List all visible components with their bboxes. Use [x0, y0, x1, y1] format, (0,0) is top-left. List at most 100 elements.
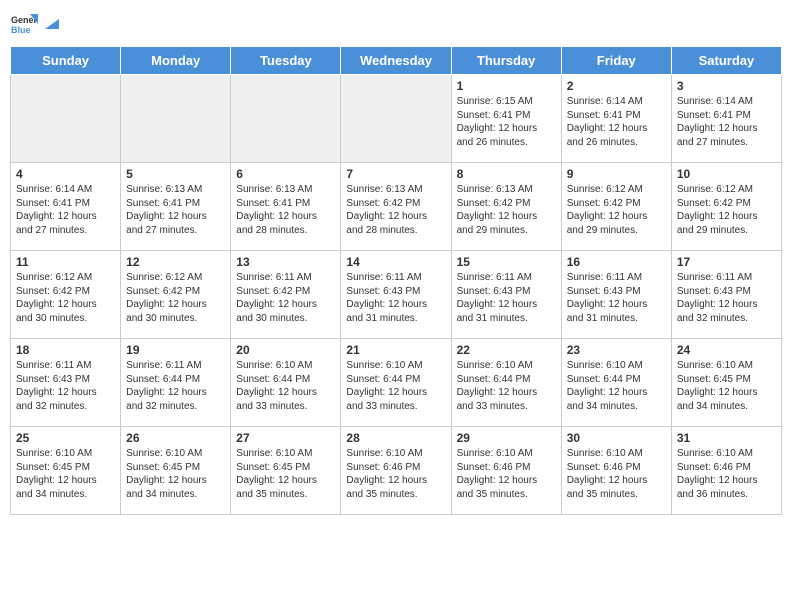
calendar-cell: 17Sunrise: 6:11 AM Sunset: 6:43 PM Dayli…: [671, 251, 781, 339]
calendar-cell: 25Sunrise: 6:10 AM Sunset: 6:45 PM Dayli…: [11, 427, 121, 515]
day-header-monday: Monday: [121, 47, 231, 75]
calendar-cell: [231, 75, 341, 163]
day-info: Sunrise: 6:14 AM Sunset: 6:41 PM Dayligh…: [567, 95, 666, 149]
day-number: 3: [677, 79, 776, 93]
day-number: 15: [457, 255, 556, 269]
day-header-saturday: Saturday: [671, 47, 781, 75]
calendar-cell: 19 Sunrise: 6:11 AM Sunset: 6:44 PM Dayli…: [121, 339, 231, 427]
calendar-cell: [341, 75, 451, 163]
day-info: Sunrise: 6:14 AM Sunset: 6:41 PM Dayligh…: [677, 95, 776, 149]
calendar-cell: 10 Sunrise: 6:12 AM Sunset: 6:42 PM Dayli…: [671, 163, 781, 251]
day-number: 19: [126, 343, 225, 357]
day-info: Sunrise: 6:10 AM Sunset: 6:45 PM Dayligh…: [677, 359, 776, 413]
logo-wing-icon: [43, 17, 59, 31]
calendar-cell: 27Sunrise: 6:10 AM Sunset: 6:45 PM Dayli…: [231, 427, 341, 515]
svg-text:Blue: Blue: [11, 25, 31, 35]
week-row-5: 25Sunrise: 6:10 AM Sunset: 6:45 PM Dayli…: [11, 427, 782, 515]
calendar-cell: 28 Sunrise: 6:10 AM Sunset: 6:46 PM Dayli…: [341, 427, 451, 515]
calendar-cell: 1 Sunrise: 6:15 AM Sunset: 6:41 PM Daylig…: [451, 75, 561, 163]
calendar-cell: 8 Sunrise: 6:13 AM Sunset: 6:42 PM Daylig…: [451, 163, 561, 251]
day-number: 7: [346, 167, 445, 181]
day-info: Sunrise: 6:12 AM Sunset: 6:42 PM Dayligh…: [16, 271, 115, 325]
day-info: Sunrise: 6:11 AM Sunset: 6:44 PM Dayligh…: [126, 359, 225, 413]
calendar-cell: 9Sunrise: 6:12 AM Sunset: 6:42 PM Daylig…: [561, 163, 671, 251]
day-number: 8: [457, 167, 556, 181]
logo: General Blue: [10, 10, 60, 38]
day-info: Sunrise: 6:11 AM Sunset: 6:43 PM Dayligh…: [16, 359, 115, 413]
day-info: Sunrise: 6:11 AM Sunset: 6:43 PM Dayligh…: [457, 271, 556, 325]
day-number: 20: [236, 343, 335, 357]
calendar-cell: 26 Sunrise: 6:10 AM Sunset: 6:45 PM Dayli…: [121, 427, 231, 515]
day-info: Sunrise: 6:12 AM Sunset: 6:42 PM Dayligh…: [126, 271, 225, 325]
day-number: 29: [457, 431, 556, 445]
day-info: Sunrise: 6:11 AM Sunset: 6:43 PM Dayligh…: [677, 271, 776, 325]
week-row-2: 4 Sunrise: 6:14 AM Sunset: 6:41 PM Daylig…: [11, 163, 782, 251]
day-info: Sunrise: 6:11 AM Sunset: 6:42 PM Dayligh…: [236, 271, 335, 325]
calendar-cell: 6Sunrise: 6:13 AM Sunset: 6:41 PM Daylig…: [231, 163, 341, 251]
day-number: 1: [457, 79, 556, 93]
day-number: 24: [677, 343, 776, 357]
calendar-cell: 21Sunrise: 6:10 AM Sunset: 6:44 PM Dayli…: [341, 339, 451, 427]
day-number: 14: [346, 255, 445, 269]
day-info: Sunrise: 6:11 AM Sunset: 6:43 PM Dayligh…: [346, 271, 445, 325]
day-info: Sunrise: 6:13 AM Sunset: 6:42 PM Dayligh…: [457, 183, 556, 237]
day-number: 12: [126, 255, 225, 269]
day-info: Sunrise: 6:13 AM Sunset: 6:42 PM Dayligh…: [346, 183, 445, 237]
week-row-3: 11Sunrise: 6:12 AM Sunset: 6:42 PM Dayli…: [11, 251, 782, 339]
day-info: Sunrise: 6:15 AM Sunset: 6:41 PM Dayligh…: [457, 95, 556, 149]
day-info: Sunrise: 6:10 AM Sunset: 6:46 PM Dayligh…: [677, 447, 776, 501]
day-info: Sunrise: 6:10 AM Sunset: 6:44 PM Dayligh…: [236, 359, 335, 413]
calendar-cell: 3 Sunrise: 6:14 AM Sunset: 6:41 PM Daylig…: [671, 75, 781, 163]
day-number: 9: [567, 167, 666, 181]
calendar-cell: 18 Sunrise: 6:11 AM Sunset: 6:43 PM Dayli…: [11, 339, 121, 427]
day-number: 30: [567, 431, 666, 445]
day-number: 22: [457, 343, 556, 357]
day-number: 4: [16, 167, 115, 181]
calendar-cell: 24 Sunrise: 6:10 AM Sunset: 6:45 PM Dayli…: [671, 339, 781, 427]
day-info: Sunrise: 6:10 AM Sunset: 6:44 PM Dayligh…: [567, 359, 666, 413]
day-info: Sunrise: 6:10 AM Sunset: 6:46 PM Dayligh…: [567, 447, 666, 501]
calendar-body: 1 Sunrise: 6:15 AM Sunset: 6:41 PM Daylig…: [11, 75, 782, 515]
day-info: Sunrise: 6:10 AM Sunset: 6:46 PM Dayligh…: [346, 447, 445, 501]
calendar-cell: 7 Sunrise: 6:13 AM Sunset: 6:42 PM Daylig…: [341, 163, 451, 251]
calendar-cell: 13 Sunrise: 6:11 AM Sunset: 6:42 PM Dayli…: [231, 251, 341, 339]
day-info: Sunrise: 6:10 AM Sunset: 6:46 PM Dayligh…: [457, 447, 556, 501]
day-number: 28: [346, 431, 445, 445]
header-row: SundayMondayTuesdayWednesdayThursdayFrid…: [11, 47, 782, 75]
calendar-cell: 20 Sunrise: 6:10 AM Sunset: 6:44 PM Dayli…: [231, 339, 341, 427]
calendar-cell: 11Sunrise: 6:12 AM Sunset: 6:42 PM Dayli…: [11, 251, 121, 339]
week-row-4: 18 Sunrise: 6:11 AM Sunset: 6:43 PM Dayli…: [11, 339, 782, 427]
calendar-cell: 16Sunrise: 6:11 AM Sunset: 6:43 PM Dayli…: [561, 251, 671, 339]
logo-icon: General Blue: [10, 10, 38, 38]
calendar-cell: [121, 75, 231, 163]
day-info: Sunrise: 6:13 AM Sunset: 6:41 PM Dayligh…: [126, 183, 225, 237]
day-number: 23: [567, 343, 666, 357]
calendar-cell: 23 Sunrise: 6:10 AM Sunset: 6:44 PM Dayli…: [561, 339, 671, 427]
day-info: Sunrise: 6:12 AM Sunset: 6:42 PM Dayligh…: [677, 183, 776, 237]
calendar-cell: 31Sunrise: 6:10 AM Sunset: 6:46 PM Dayli…: [671, 427, 781, 515]
week-row-1: 1 Sunrise: 6:15 AM Sunset: 6:41 PM Daylig…: [11, 75, 782, 163]
day-number: 10: [677, 167, 776, 181]
day-info: Sunrise: 6:14 AM Sunset: 6:41 PM Dayligh…: [16, 183, 115, 237]
day-header-tuesday: Tuesday: [231, 47, 341, 75]
day-info: Sunrise: 6:10 AM Sunset: 6:44 PM Dayligh…: [457, 359, 556, 413]
day-info: Sunrise: 6:10 AM Sunset: 6:45 PM Dayligh…: [236, 447, 335, 501]
day-number: 2: [567, 79, 666, 93]
calendar-table: SundayMondayTuesdayWednesdayThursdayFrid…: [10, 46, 782, 515]
day-number: 6: [236, 167, 335, 181]
day-number: 13: [236, 255, 335, 269]
calendar-cell: 12 Sunrise: 6:12 AM Sunset: 6:42 PM Dayli…: [121, 251, 231, 339]
calendar-cell: 14 Sunrise: 6:11 AM Sunset: 6:43 PM Dayli…: [341, 251, 451, 339]
calendar-cell: 4 Sunrise: 6:14 AM Sunset: 6:41 PM Daylig…: [11, 163, 121, 251]
day-number: 18: [16, 343, 115, 357]
day-info: Sunrise: 6:11 AM Sunset: 6:43 PM Dayligh…: [567, 271, 666, 325]
day-number: 26: [126, 431, 225, 445]
calendar-header: SundayMondayTuesdayWednesdayThursdayFrid…: [11, 47, 782, 75]
day-header-sunday: Sunday: [11, 47, 121, 75]
day-info: Sunrise: 6:10 AM Sunset: 6:45 PM Dayligh…: [126, 447, 225, 501]
day-header-wednesday: Wednesday: [341, 47, 451, 75]
day-info: Sunrise: 6:10 AM Sunset: 6:44 PM Dayligh…: [346, 359, 445, 413]
day-header-thursday: Thursday: [451, 47, 561, 75]
day-number: 5: [126, 167, 225, 181]
calendar-cell: 2 Sunrise: 6:14 AM Sunset: 6:41 PM Daylig…: [561, 75, 671, 163]
